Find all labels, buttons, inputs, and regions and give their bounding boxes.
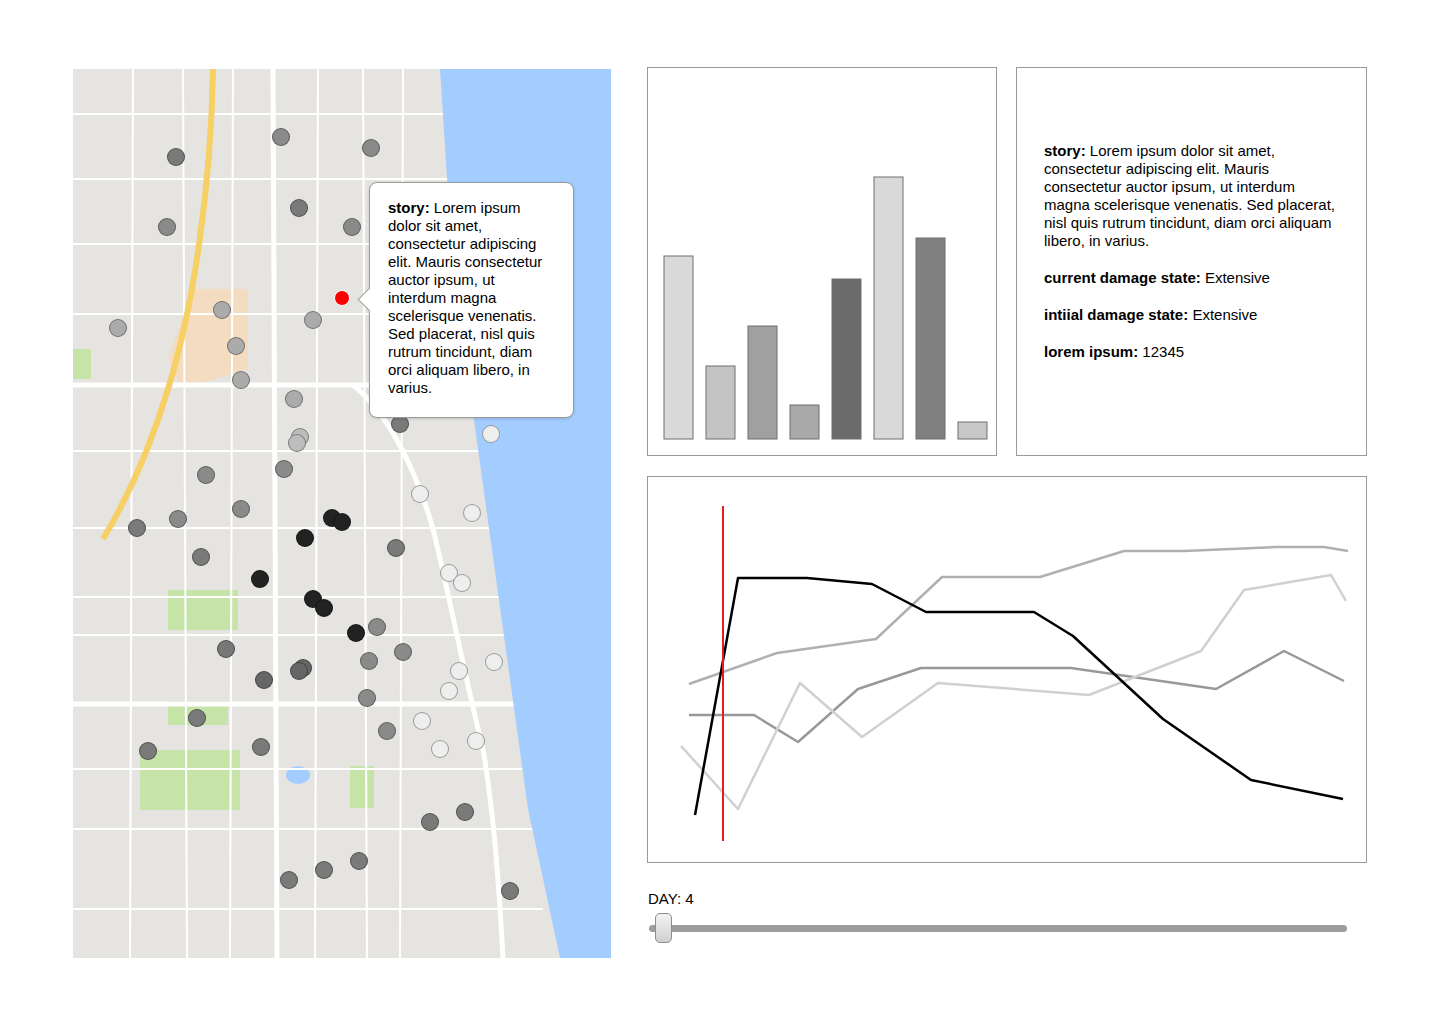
tooltip-label: story:	[388, 199, 430, 216]
map-pin[interactable]	[227, 337, 245, 355]
map-pin[interactable]	[275, 460, 293, 478]
map-pin[interactable]	[280, 871, 298, 889]
map-pin[interactable]	[169, 510, 187, 528]
map-pin[interactable]	[290, 199, 308, 217]
map-pin[interactable]	[158, 218, 176, 236]
map-pin[interactable]	[358, 689, 376, 707]
map-pin[interactable]	[347, 624, 365, 642]
map-pin[interactable]	[453, 574, 471, 592]
map-pin[interactable]	[440, 682, 458, 700]
bar[interactable]	[748, 326, 777, 439]
field-value: Lorem ipsum dolor sit amet, consectetur …	[1044, 142, 1335, 249]
map-pin[interactable]	[362, 139, 380, 157]
bar[interactable]	[706, 366, 735, 439]
field-label: intiial damage state:	[1044, 306, 1188, 323]
map-pin[interactable]	[252, 738, 270, 756]
top-panels: story: Lorem ipsum dolor sit amet, conse…	[647, 67, 1367, 456]
field-value: Extensive	[1205, 269, 1270, 286]
line-chart	[648, 477, 1366, 862]
field-label: current damage state:	[1044, 269, 1201, 286]
map-pin[interactable]	[139, 742, 157, 760]
map[interactable]: story: Lorem ipsum dolor sit amet, conse…	[73, 69, 611, 958]
map-pin[interactable]	[128, 519, 146, 537]
map-pin[interactable]	[109, 319, 127, 337]
map-pin[interactable]	[482, 425, 500, 443]
detail-field: story: Lorem ipsum dolor sit amet, conse…	[1044, 142, 1340, 250]
map-pin[interactable]	[431, 740, 449, 758]
map-pin[interactable]	[188, 709, 206, 727]
map-tooltip: story: Lorem ipsum dolor sit amet, conse…	[369, 182, 574, 418]
map-pin[interactable]	[467, 732, 485, 750]
map-pin[interactable]	[296, 529, 314, 547]
detail-field: current damage state: Extensive	[1044, 269, 1340, 287]
chart-line	[695, 578, 1343, 815]
map-pin[interactable]	[217, 640, 235, 658]
map-pin[interactable]	[251, 570, 269, 588]
bar[interactable]	[874, 177, 903, 439]
field-value: 12345	[1142, 343, 1184, 360]
bar[interactable]	[664, 256, 693, 439]
bar[interactable]	[790, 405, 819, 439]
day-slider[interactable]	[649, 925, 1347, 932]
map-pin[interactable]	[167, 148, 185, 166]
bar[interactable]	[832, 279, 861, 439]
dashboard: story: Lorem ipsum dolor sit amet, conse…	[0, 0, 1440, 1024]
bar[interactable]	[916, 238, 945, 439]
map-pin[interactable]	[197, 466, 215, 484]
chart-line	[689, 547, 1348, 684]
map-pin[interactable]	[285, 390, 303, 408]
map-pin[interactable]	[350, 852, 368, 870]
day-marker	[722, 506, 724, 841]
map-pin[interactable]	[463, 504, 481, 522]
bar-chart	[648, 68, 996, 455]
map-pin[interactable]	[304, 311, 322, 329]
day-label: DAY: 4	[648, 890, 1367, 908]
field-value: Extensive	[1192, 306, 1257, 323]
details-panel: story: Lorem ipsum dolor sit amet, conse…	[1016, 67, 1367, 456]
chart-line	[681, 575, 1346, 809]
map-pin[interactable]	[232, 500, 250, 518]
map-pin[interactable]	[394, 643, 412, 661]
map-pin[interactable]	[315, 599, 333, 617]
map-pin[interactable]	[213, 301, 231, 319]
map-pin[interactable]	[450, 662, 468, 680]
map-pin[interactable]	[272, 128, 290, 146]
map-pin[interactable]	[360, 652, 378, 670]
map-pin[interactable]	[413, 712, 431, 730]
side-panels: story: Lorem ipsum dolor sit amet, conse…	[647, 67, 1367, 932]
bar-chart-panel	[647, 67, 997, 456]
line-chart-panel	[647, 476, 1367, 863]
map-pin[interactable]	[368, 618, 386, 636]
map-pin[interactable]	[192, 548, 210, 566]
detail-field: lorem ipsum: 12345	[1044, 343, 1340, 361]
selected-map-pin[interactable]	[334, 290, 350, 306]
map-pin[interactable]	[411, 485, 429, 503]
map-pin[interactable]	[485, 653, 503, 671]
map-pin[interactable]	[288, 434, 306, 452]
chart-line	[689, 651, 1344, 742]
map-pin[interactable]	[421, 813, 439, 831]
map-pin[interactable]	[378, 722, 396, 740]
tooltip-text: Lorem ipsum dolor sit amet, consectetur …	[388, 199, 542, 396]
map-pin[interactable]	[255, 671, 273, 689]
detail-field: intiial damage state: Extensive	[1044, 306, 1340, 324]
field-label: story:	[1044, 142, 1086, 159]
map-pin[interactable]	[501, 882, 519, 900]
map-pin[interactable]	[387, 539, 405, 557]
bar[interactable]	[958, 422, 987, 439]
map-pin[interactable]	[456, 803, 474, 821]
field-label: lorem ipsum:	[1044, 343, 1138, 360]
map-pin[interactable]	[333, 513, 351, 531]
map-pin[interactable]	[232, 371, 250, 389]
map-pin[interactable]	[290, 662, 308, 680]
map-pin[interactable]	[315, 861, 333, 879]
map-pin[interactable]	[343, 218, 361, 236]
slider-thumb[interactable]	[655, 913, 672, 943]
